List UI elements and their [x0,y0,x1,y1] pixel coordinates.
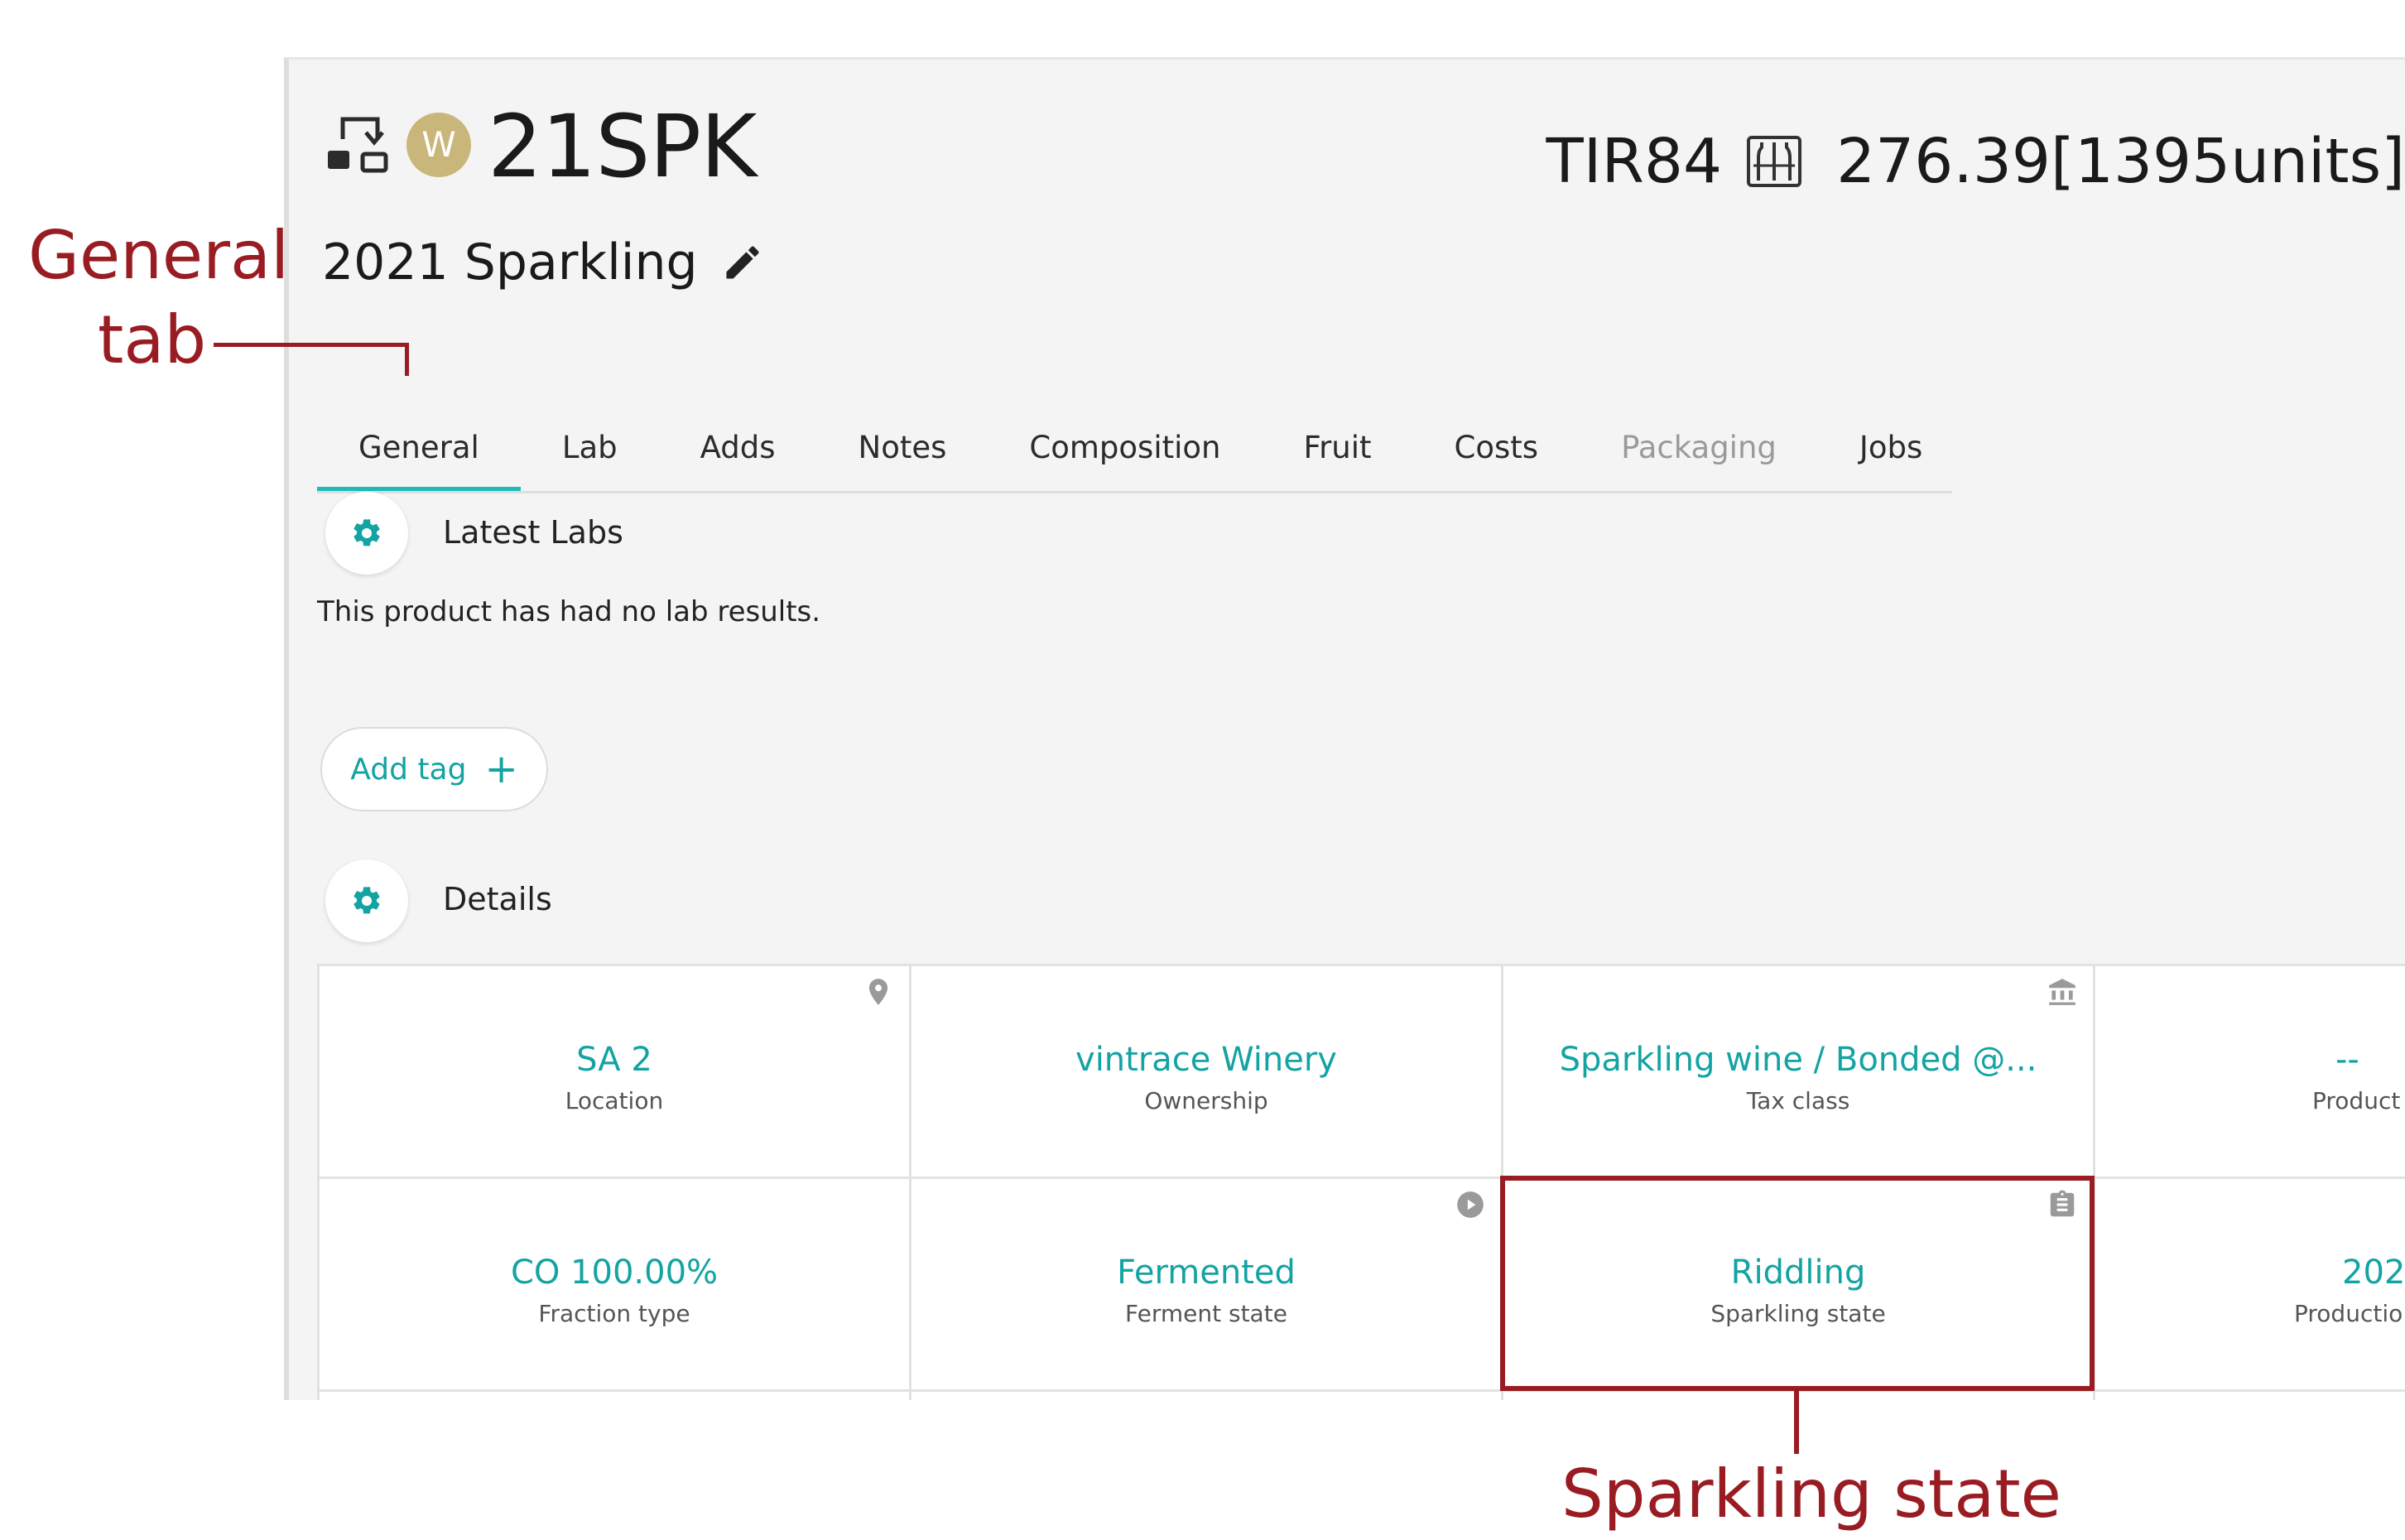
transfer-icon[interactable] [326,114,392,180]
detail-product[interactable]: -- Product [2093,964,2405,1179]
detail-value: SA 2 [576,1040,652,1079]
tab-adds[interactable]: Adds [659,407,817,491]
tab-jobs[interactable]: Jobs [1818,407,1964,491]
play-circle-icon [1457,1191,1484,1218]
detail-ownership[interactable]: vintrace Winery Ownership [909,964,1503,1179]
tank-code[interactable]: TIR84 [1546,126,1722,197]
detail-cell-empty [2093,1389,2405,1400]
detail-fraction-type[interactable]: CO 100.00% Fraction type [317,1177,911,1392]
add-tag-button[interactable]: Add tag + [320,727,548,811]
detail-location[interactable]: SA 2 Location [317,964,911,1179]
annotation-sparkling-state: Sparkling state [1561,1456,2061,1533]
annotation-highlight-box [1500,1176,2095,1391]
annotation-leader-horizontal [214,343,409,347]
volume-readout: 276.39[1395units] [1836,126,2405,197]
tab-lab[interactable]: Lab [521,407,659,491]
tab-bar: General Lab Adds Notes Composition Fruit… [317,407,1952,493]
bank-icon [2049,979,2076,1005]
tab-composition[interactable]: Composition [988,407,1262,491]
tab-notes[interactable]: Notes [817,407,988,491]
detail-value: CO 100.00% [510,1253,719,1292]
product-code: 21SPK [488,96,757,197]
detail-cell-empty [909,1389,1503,1400]
plus-icon: + [484,746,518,792]
map-pin-icon [868,979,888,1005]
detail-tax-class[interactable]: Sparkling wine / Bonded @... Tax class [1501,964,2095,1179]
latest-labs-title: Latest Labs [443,514,623,551]
detail-value: 202 [2342,1253,2405,1292]
no-labs-message: This product has had no lab results. [317,595,821,628]
header-stats: TIR84 276.39[1395units] [1546,116,2405,207]
detail-cell-empty [317,1389,911,1400]
details-settings-button[interactable] [325,859,408,942]
detail-label: Productio [2294,1299,2403,1327]
detail-label: Ownership [1144,1086,1268,1114]
detail-label: Fraction type [538,1299,690,1327]
annotation-leader-vertical [405,343,409,376]
details-title: Details [443,881,552,917]
tab-fruit[interactable]: Fruit [1262,407,1412,491]
detail-value: Fermented [1117,1253,1296,1292]
detail-label: Tax class [1746,1086,1850,1114]
detail-ferment-state[interactable]: Fermented Ferment state [909,1177,1503,1392]
gear-icon [354,519,380,546]
annotation-general-line2: tab [98,301,207,378]
annotation-general-line1: General [28,217,290,294]
tab-costs[interactable]: Costs [1413,407,1580,491]
detail-label: Ferment state [1125,1299,1287,1327]
detail-production[interactable]: 202 Productio [2093,1177,2405,1392]
tab-packaging: Packaging [1621,430,1777,465]
add-tag-label: Add tag [350,752,467,787]
product-name: 2021 Sparkling [322,233,764,291]
gear-icon [354,887,380,914]
annotation-leader-sparkling [1794,1391,1799,1454]
tab-general[interactable]: General [317,407,521,491]
product-name-text: 2021 Sparkling [322,233,698,291]
detail-value: -- [2335,1040,2359,1079]
detail-label: Location [565,1086,664,1114]
pencil-icon[interactable] [721,241,764,284]
detail-label: Product [2312,1086,2401,1114]
bottles-icon [1747,136,1802,187]
detail-value: vintrace Winery [1075,1040,1337,1079]
latest-labs-settings-button[interactable] [325,492,408,575]
detail-value: Sparkling wine / Bonded @... [1559,1040,2037,1079]
winery-avatar: W [406,113,471,177]
